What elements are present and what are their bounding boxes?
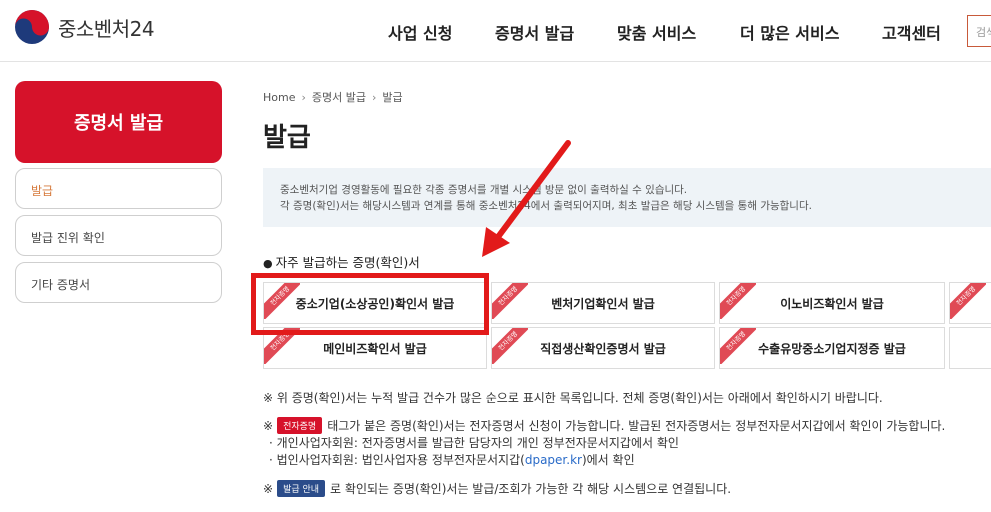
info-line-1: 중소벤처기업 경영활동에 필요한 각종 증명서를 개별 시스템 방문 없이 출력…: [280, 184, 688, 196]
cert-card-export-promising[interactable]: 전자증명 수출유망중소기업지정증 발급: [719, 327, 945, 369]
e-cert-ribbon: 전자증명: [492, 283, 528, 319]
cert-card-venture[interactable]: 전자증명 벤처기업확인서 발급: [491, 282, 715, 324]
info-line-2: 각 증명(확인)서는 해당시스템과 연계를 통해 중소벤처24에서 출력되어지며…: [280, 200, 812, 212]
note-issue-guide: ※ 발급 안내 로 확인되는 증명(확인)서는 발급/조회가 가능한 각 해당 시스…: [263, 480, 732, 497]
e-cert-ribbon: 전자증명: [950, 283, 986, 319]
taegeuk-logo-icon: [15, 10, 49, 44]
cert-card-label: 메인비즈확인서 발급: [323, 341, 427, 356]
breadcrumb-current: 발급: [382, 91, 403, 104]
nav-custom-service[interactable]: 맞춤 서비스: [617, 20, 696, 44]
sidebar-item-other-certs[interactable]: 기타 증명서: [15, 262, 222, 303]
nav-customer-center[interactable]: 고객센터: [882, 20, 941, 44]
breadcrumb-home[interactable]: Home: [263, 91, 295, 104]
note-individual-member: · 개인사업자회원: 전자증명서를 발급한 담당자의 개인 정부전자문서지갑에서…: [269, 436, 679, 450]
cert-card-partial[interactable]: 전자증명: [949, 282, 991, 324]
dpaper-link[interactable]: dpaper.kr: [525, 453, 582, 467]
cert-card-direct-production[interactable]: 전자증명 직접생산확인증명서 발급: [491, 327, 715, 369]
cert-card-label: 이노비즈확인서 발급: [780, 296, 884, 311]
frequent-heading: ● 자주 발급하는 증명(확인)서: [263, 255, 420, 270]
e-cert-tag: 전자증명: [277, 417, 323, 434]
cert-card-label: 수출유망중소기업지정증 발급: [758, 341, 906, 356]
cert-card-label: 벤처기업확인서 발급: [551, 296, 655, 311]
sidebar-title: 증명서 발급: [15, 81, 222, 163]
nav-certificate-issue[interactable]: 증명서 발급: [495, 20, 574, 44]
chevron-right-icon: ›: [372, 91, 377, 104]
issue-guide-tag: 발급 안내: [277, 480, 326, 497]
top-header: 중소벤처24 사업 신청 증명서 발급 맞춤 서비스 더 많은 서비스 고객센터…: [0, 0, 991, 62]
breadcrumb-certificate[interactable]: 증명서 발급: [312, 91, 366, 104]
logo-text: 중소벤처24: [58, 16, 155, 41]
search-input[interactable]: 검색: [967, 15, 991, 47]
nav-business-apply[interactable]: 사업 신청: [388, 20, 452, 44]
chevron-right-icon: ›: [301, 91, 306, 104]
note-corporate-member: · 법인사업자회원: 법인사업자용 정부전자문서지갑(dpaper.kr)에서 …: [269, 453, 635, 467]
sidebar-item-issue[interactable]: 발급: [15, 168, 222, 209]
page-title: 발급: [263, 123, 311, 153]
cert-card-empty[interactable]: [949, 327, 991, 369]
cert-card-innobiz[interactable]: 전자증명 이노비즈확인서 발급: [719, 282, 945, 324]
bullet-icon: ●: [263, 257, 273, 270]
red-arrow-icon: [482, 140, 571, 257]
nav-more-services[interactable]: 더 많은 서비스: [740, 20, 839, 44]
note-e-cert: ※ 전자증명 태그가 붙은 증명(확인)서는 전자증명서 신청이 가능합니다. 발급…: [263, 417, 946, 434]
e-cert-ribbon: 전자증명: [720, 328, 756, 364]
e-cert-ribbon: 전자증명: [492, 328, 528, 364]
note-sort-order: ※ 위 증명(확인)서는 누적 발급 건수가 많은 순으로 표시한 목록입니다.…: [263, 391, 883, 405]
site-logo[interactable]: 중소벤처24: [14, 9, 155, 45]
e-cert-ribbon: 전자증명: [720, 283, 756, 319]
info-box: 중소벤처기업 경영활동에 필요한 각종 증명서를 개별 시스템 방문 없이 출력…: [263, 168, 991, 227]
breadcrumb: Home › 증명서 발급 › 발급: [263, 89, 403, 105]
cert-card-label: 직접생산확인증명서 발급: [540, 341, 666, 356]
highlight-box: [251, 273, 489, 335]
sidebar-item-verify[interactable]: 발급 진위 확인: [15, 215, 222, 256]
